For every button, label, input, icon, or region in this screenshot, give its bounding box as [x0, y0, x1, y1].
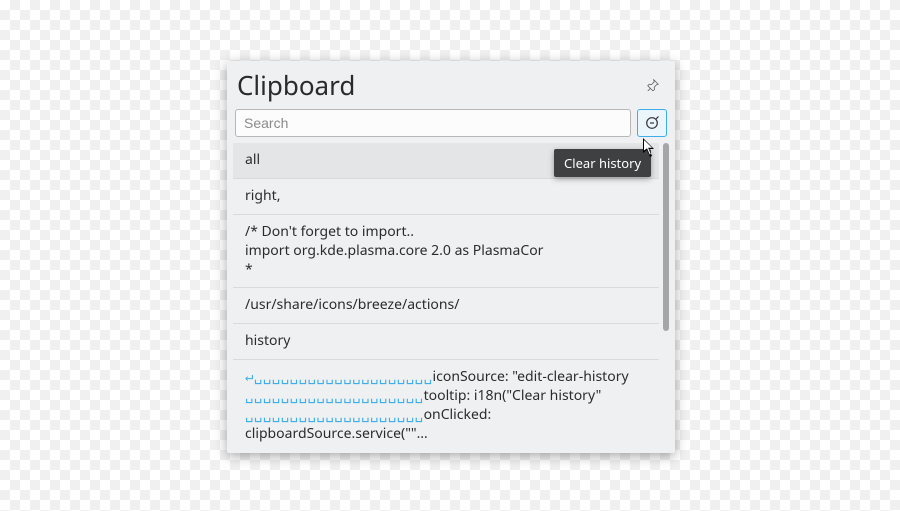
clipboard-popup: Clipboard all right, /* Don't forget to im… [227, 61, 675, 453]
history-item[interactable]: /usr/share/icons/breeze/actions/ [233, 288, 659, 324]
tooltip: Clear history [554, 149, 651, 177]
whitespace-marker: ↵␣␣␣␣␣␣␣␣␣␣␣␣␣␣␣␣␣␣␣␣ [245, 369, 433, 385]
edit-clear-history-icon [644, 115, 660, 131]
search-input[interactable] [235, 109, 631, 137]
pin-button[interactable] [647, 76, 665, 94]
popup-header: Clipboard [227, 61, 675, 105]
history-item-text: iconSource: "edit-clear-history [433, 367, 629, 386]
scrollbar[interactable] [663, 143, 669, 331]
history-item[interactable]: right, [233, 179, 659, 215]
history-item[interactable]: history [233, 324, 659, 360]
history-item-text: all [245, 150, 260, 169]
pin-icon [647, 79, 665, 91]
history-list: all right, /* Don't forget to import.. imp… [233, 143, 659, 447]
clear-history-button[interactable] [637, 109, 667, 137]
history-item-text: history [245, 331, 290, 350]
search-row [227, 105, 675, 143]
history-item[interactable]: ↵␣␣␣␣␣␣␣␣␣␣␣␣␣␣␣␣␣␣␣␣iconSource: "edit-c… [233, 360, 659, 447]
whitespace-marker: ␣␣␣␣␣␣␣␣␣␣␣␣␣␣␣␣␣␣␣␣ [245, 407, 424, 423]
whitespace-marker: ␣␣␣␣␣␣␣␣␣␣␣␣␣␣␣␣␣␣␣␣ [245, 388, 424, 404]
history-list-viewport: all right, /* Don't forget to import.. imp… [233, 143, 669, 447]
history-item[interactable]: /* Don't forget to import.. import org.k… [233, 215, 659, 289]
history-item-text: /* Don't forget to import.. import org.k… [245, 222, 543, 279]
history-item-text: /usr/share/icons/breeze/actions/ [245, 295, 459, 314]
history-item-text: tooltip: i18n("Clear history" [424, 386, 602, 405]
history-item-text: right, [245, 186, 280, 205]
popup-title: Clipboard [237, 67, 647, 103]
